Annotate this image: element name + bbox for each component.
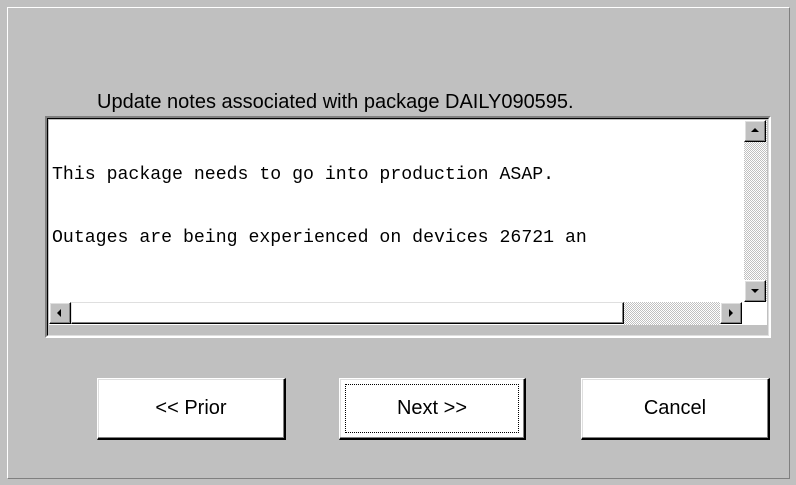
horizontal-scrollbar[interactable]: [49, 302, 744, 325]
scroll-right-button[interactable]: [720, 302, 742, 324]
notes-textarea-border: This package needs to go into production…: [47, 118, 769, 336]
prior-button[interactable]: << Prior: [97, 378, 286, 440]
horizontal-scroll-track[interactable]: [624, 302, 720, 325]
next-button[interactable]: Next >>: [339, 378, 526, 440]
prior-button-label: << Prior: [155, 397, 227, 419]
update-notes-dialog: Update notes associated with package DAI…: [0, 0, 796, 485]
arrow-up-icon: [751, 128, 759, 132]
notes-line-1: This package needs to go into production…: [52, 165, 555, 185]
scroll-down-button[interactable]: [744, 280, 766, 302]
arrow-down-icon: [751, 289, 759, 293]
cancel-button-label: Cancel: [643, 397, 707, 419]
vertical-scrollbar[interactable]: [744, 120, 767, 302]
notes-textarea[interactable]: This package needs to go into production…: [49, 120, 744, 302]
instruction-label: Update notes associated with package DAI…: [97, 91, 574, 113]
scroll-left-button[interactable]: [49, 302, 71, 324]
cancel-button[interactable]: Cancel: [581, 378, 770, 440]
notes-line-2: Outages are being experienced on devices…: [52, 228, 587, 248]
scroll-up-button[interactable]: [744, 120, 766, 142]
arrow-right-icon: [729, 309, 733, 317]
horizontal-scroll-thumb[interactable]: [71, 302, 624, 324]
next-button-label: Next >>: [396, 397, 468, 419]
notes-textarea-container: This package needs to go into production…: [45, 116, 771, 338]
arrow-left-icon: [57, 309, 61, 317]
scrollbar-corner: [744, 302, 767, 325]
